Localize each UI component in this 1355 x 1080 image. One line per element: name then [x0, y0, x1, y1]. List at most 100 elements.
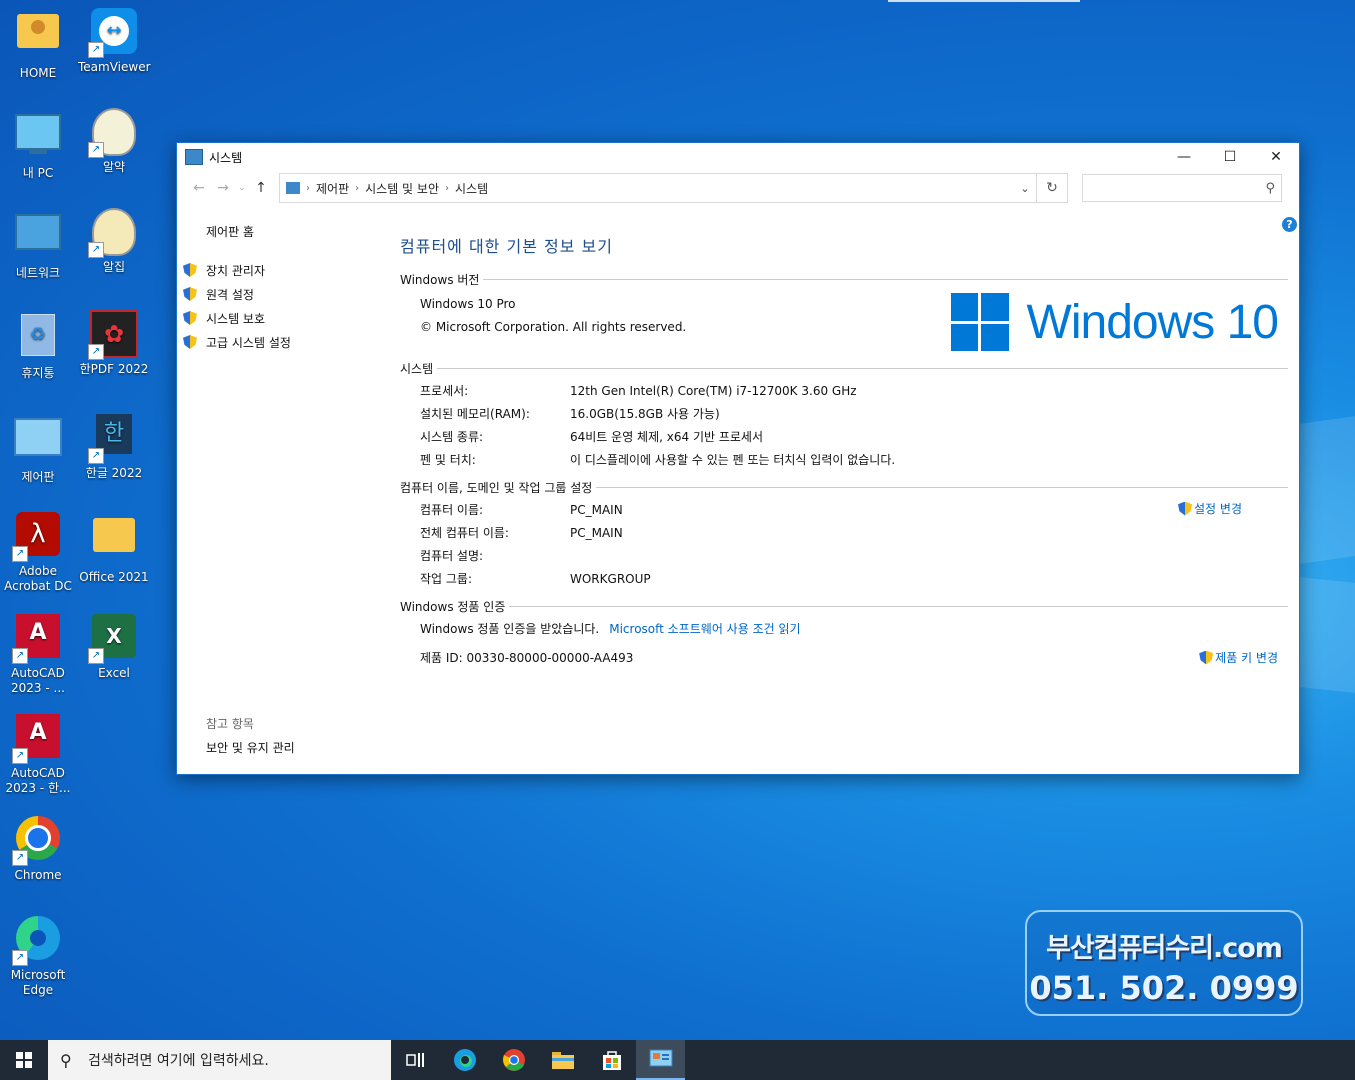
system-info-label: 시스템 종류:: [420, 430, 484, 444]
system-protection-link[interactable]: 시스템 보호: [177, 306, 387, 330]
maximize-button[interactable]: ☐: [1207, 143, 1253, 171]
forward-arrow-icon[interactable]: →: [211, 180, 235, 196]
device-manager-link[interactable]: 장치 관리자: [177, 258, 387, 282]
change-product-key-link[interactable]: 제품 키 변경: [1199, 649, 1278, 666]
up-arrow-icon[interactable]: ↑: [249, 180, 273, 196]
breadcrumb-system[interactable]: 시스템: [455, 180, 488, 197]
left-pane: 제어판 홈 장치 관리자 원격 설정 시스템 보호 고급 시스템 설정 참고 항…: [177, 223, 387, 755]
desktop-icon-label: TeamViewer: [78, 60, 151, 74]
desktop-icon-control-panel[interactable]: 제어판: [2, 412, 74, 485]
edition-value: Windows 10 Pro: [420, 296, 516, 311]
wallpaper-ray: [1300, 416, 1355, 564]
desktop-icon-autocad-1[interactable]: A ↗ AutoCAD 2023 - ...: [2, 614, 74, 696]
system-info-label: 펜 및 터치:: [420, 453, 476, 467]
windows-logo: Windows 10: [950, 293, 1279, 351]
start-button[interactable]: [0, 1040, 48, 1080]
desktop-icon-label: 내 PC: [22, 166, 54, 180]
teamviewer-icon: ↔ ↗: [88, 8, 138, 58]
back-arrow-icon[interactable]: ←: [187, 180, 211, 196]
shortcut-arrow-icon: ↗: [88, 242, 104, 258]
shield-icon: [183, 311, 197, 325]
activation-status: Windows 정품 인증을 받았습니다.: [420, 622, 600, 636]
desktop-icon-hangul[interactable]: 한 ↗ 한글 2022: [78, 412, 150, 481]
wallpaper-ray: [888, 0, 1080, 2]
shortcut-arrow-icon: ↗: [12, 648, 28, 664]
system-info-row: 시스템 종류: 64비트 운영 체제, x64 기반 프로세서: [400, 425, 1288, 448]
system-window-icon: [185, 149, 203, 165]
breadcrumb-separator: ›: [306, 182, 310, 194]
desktop-icon-hanpdf[interactable]: ✿ ↗ 한PDF 2022: [78, 310, 150, 377]
change-settings-link[interactable]: 설정 변경: [1178, 500, 1242, 517]
desktop-icon-network[interactable]: 네트워크: [2, 208, 74, 281]
desktop-icon-label: Excel: [98, 666, 130, 680]
desktop-icon-label: HOME: [19, 66, 57, 80]
minimize-button[interactable]: —: [1161, 143, 1207, 171]
chrome-icon: ↗: [12, 816, 62, 866]
home-folder-icon: [14, 14, 62, 62]
desktop-icon-label: 한글 2022: [85, 466, 143, 480]
shortcut-arrow-icon: ↗: [88, 42, 104, 58]
remote-settings-link[interactable]: 원격 설정: [177, 282, 387, 306]
taskbar-store[interactable]: [587, 1040, 636, 1080]
chevron-down-icon[interactable]: ⌄: [1014, 182, 1036, 195]
desktop-icon-label: 한PDF 2022: [79, 362, 149, 376]
this-pc-icon: [14, 114, 62, 162]
taskbar-file-explorer[interactable]: [538, 1040, 587, 1080]
autocad-1-icon: A ↗: [12, 614, 62, 664]
help-icon[interactable]: ?: [1282, 217, 1297, 232]
desktop-icon-label: 알약: [102, 160, 126, 174]
refresh-icon[interactable]: ↻: [1037, 173, 1068, 203]
hangul-icon: 한 ↗: [88, 414, 138, 464]
desktop-icon-alyac[interactable]: ↗ 알약: [78, 108, 150, 175]
taskbar-edge[interactable]: [440, 1040, 489, 1080]
system-info-row: 프로세서: 12th Gen Intel(R) Core(TM) i7-12700…: [400, 379, 1288, 402]
shield-icon: [1178, 501, 1193, 516]
recent-dropdown-icon[interactable]: ⌄: [235, 183, 249, 193]
advanced-system-settings-link[interactable]: 고급 시스템 설정: [177, 330, 387, 354]
shortcut-arrow-icon: ↗: [88, 648, 104, 664]
breadcrumb-control-panel[interactable]: 제어판: [316, 180, 349, 197]
microsoft-edge-icon: ↗: [12, 916, 62, 966]
desktop-icon-recycle-bin[interactable]: ♻ 휴지통: [2, 310, 74, 381]
shortcut-arrow-icon: ↗: [88, 142, 104, 158]
desktop-icon-label: 제어판: [21, 470, 55, 484]
desktop-icon-microsoft-edge[interactable]: ↗ Microsoft Edge: [2, 916, 74, 998]
close-button[interactable]: ✕: [1253, 143, 1299, 171]
alzip-icon: ↗: [88, 208, 138, 258]
adobe-acrobat-icon: λ ↗: [12, 512, 62, 562]
breadcrumb-separator: ›: [355, 182, 360, 194]
taskbar-search-box[interactable]: ⚲ 검색하려면 여기에 입력하세요.: [48, 1040, 391, 1080]
search-input[interactable]: ⚲: [1082, 174, 1282, 202]
desktop-icon-label: 알집: [102, 260, 126, 274]
repair-shop-banner: 부산컴퓨터수리.com 051. 502. 0999: [1025, 910, 1303, 1016]
shortcut-arrow-icon: ↗: [88, 448, 104, 464]
security-maintenance-link[interactable]: 보안 및 유지 관리: [206, 739, 295, 756]
computer-name-label: 전체 컴퓨터 이름:: [420, 526, 509, 540]
taskbar-control-panel[interactable]: [636, 1040, 685, 1080]
computer-name-label: 작업 그룹:: [420, 572, 473, 586]
system-window[interactable]: 시스템 — ☐ ✕ ← → ⌄ ↑ › 제어판 › 시스템 및 보안 › 시스템…: [176, 142, 1300, 775]
title-bar[interactable]: 시스템 — ☐ ✕: [177, 143, 1299, 171]
desktop-icon-this-pc[interactable]: 내 PC: [2, 108, 74, 181]
taskbar-chrome[interactable]: [489, 1040, 538, 1080]
address-bar[interactable]: › 제어판 › 시스템 및 보안 › 시스템 ⌄: [279, 173, 1037, 203]
computer-name-label: 컴퓨터 이름:: [420, 503, 484, 517]
desktop-icon-autocad-2[interactable]: A ↗ AutoCAD 2023 - 한...: [2, 714, 74, 796]
license-terms-link[interactable]: Microsoft 소프트웨어 사용 조건 읽기: [609, 620, 800, 637]
desktop-icon-label: Microsoft Edge: [10, 968, 66, 997]
desktop-icon-excel[interactable]: X ↗ Excel: [78, 614, 150, 681]
desktop-icon-office[interactable]: Office 2021: [78, 512, 150, 585]
desktop-icon-alzip[interactable]: ↗ 알집: [78, 208, 150, 275]
task-view-icon: [405, 1053, 424, 1067]
breadcrumb-separator: ›: [445, 182, 449, 194]
computer-name-row: 작업 그룹: WORKGROUP: [400, 567, 1288, 590]
desktop-icon-home-folder[interactable]: HOME: [2, 8, 74, 81]
desktop-icon-chrome[interactable]: ↗ Chrome: [2, 816, 74, 883]
desktop-icon-teamviewer[interactable]: ↔ ↗ TeamViewer: [78, 8, 151, 75]
breadcrumb-system-security[interactable]: 시스템 및 보안: [365, 180, 439, 197]
product-id: 제품 ID: 00330-80000-00000-AA493: [420, 651, 634, 665]
task-view-button[interactable]: [391, 1040, 440, 1080]
desktop-icon-adobe-acrobat[interactable]: λ ↗ Adobe Acrobat DC: [2, 512, 74, 594]
control-panel-home-link[interactable]: 제어판 홈: [177, 223, 387, 240]
office-icon: [90, 518, 138, 566]
